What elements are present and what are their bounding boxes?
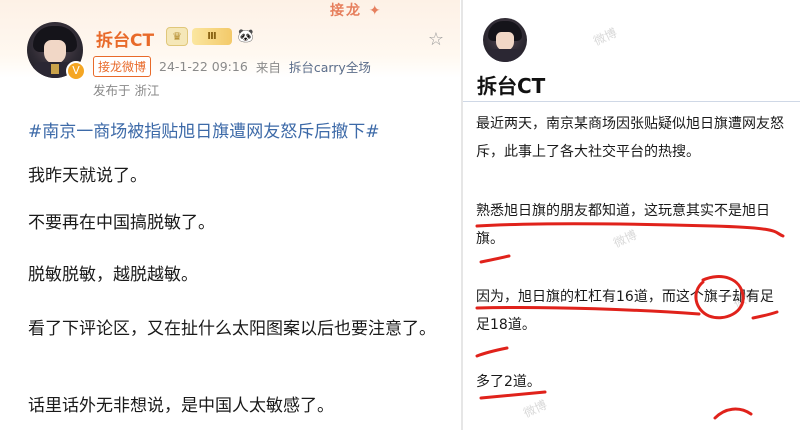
article-paragraph: 熟悉旭日旗的朋友都知道，这玩意其实不是旭日旗。 [476, 203, 770, 247]
relay-weibo-tag[interactable]: 接龙微博 [93, 56, 152, 77]
username[interactable]: 拆台CT [96, 26, 154, 51]
right-post-panel: 拆台CT 微博 微博 微博 微博 最近两天，南京某商场因张贴疑似旭日旗遭网友怒斥… [463, 0, 800, 430]
post-paragraph: 脱敏脱敏，越脱越敏。 [28, 265, 198, 285]
hashtag-link[interactable]: #南京一商场被指贴旭日旗遭网友怒斥后撤下# [28, 117, 380, 142]
watermark: 微博 [521, 397, 550, 421]
watermark: 微博 [591, 25, 620, 49]
post-paragraph: 话里话外无非想说，是中国人太敏感了。 [28, 396, 334, 416]
post-source[interactable]: 拆台carry全场 [289, 57, 371, 76]
user-badges: ♛ Ⅲ 🐼 [166, 27, 256, 46]
avatar[interactable] [483, 18, 527, 62]
article-paragraph: 因为，旭日旗的杠杠有16道，而这个旗子却有足足18道。 [476, 289, 774, 333]
source-prefix: 来自 [255, 60, 281, 75]
header-divider [463, 101, 800, 102]
level-badge-icon: Ⅲ [192, 28, 232, 45]
username[interactable]: 拆台CT [477, 70, 545, 99]
article-paragraph: 最近两天，南京某商场因张贴疑似旭日旗遭网友怒斥，此事上了各大社交平台的热搜。 [476, 116, 784, 160]
posted-location: 发布于 浙江 [93, 83, 160, 98]
left-post-panel: 接龙 ✦ V 拆台CT ♛ Ⅲ 🐼 ☆ 接龙微博 24-1-22 09:16 来… [0, 0, 460, 430]
post-paragraph: 看了下评论区，又在扯什么太阳图案以后也要注意了。 [28, 319, 436, 339]
post-paragraph: 我昨天就说了。 [28, 166, 147, 186]
article-paragraph: 多了2道。 [476, 374, 541, 390]
verified-badge-icon: V [66, 61, 86, 81]
panda-badge-icon: 🐼 [237, 29, 255, 44]
post-timestamp: 24-1-22 09:16 [159, 59, 248, 74]
crown-badge-icon: ♛ [166, 27, 188, 46]
post-meta: 接龙微博 24-1-22 09:16 来自 拆台carry全场 [93, 56, 371, 77]
post-paragraph: 不要再在中国搞脱敏了。 [28, 213, 215, 233]
more-options-icon[interactable]: ☆ [426, 30, 446, 50]
banner-decoration: 接龙 ✦ [330, 3, 383, 19]
